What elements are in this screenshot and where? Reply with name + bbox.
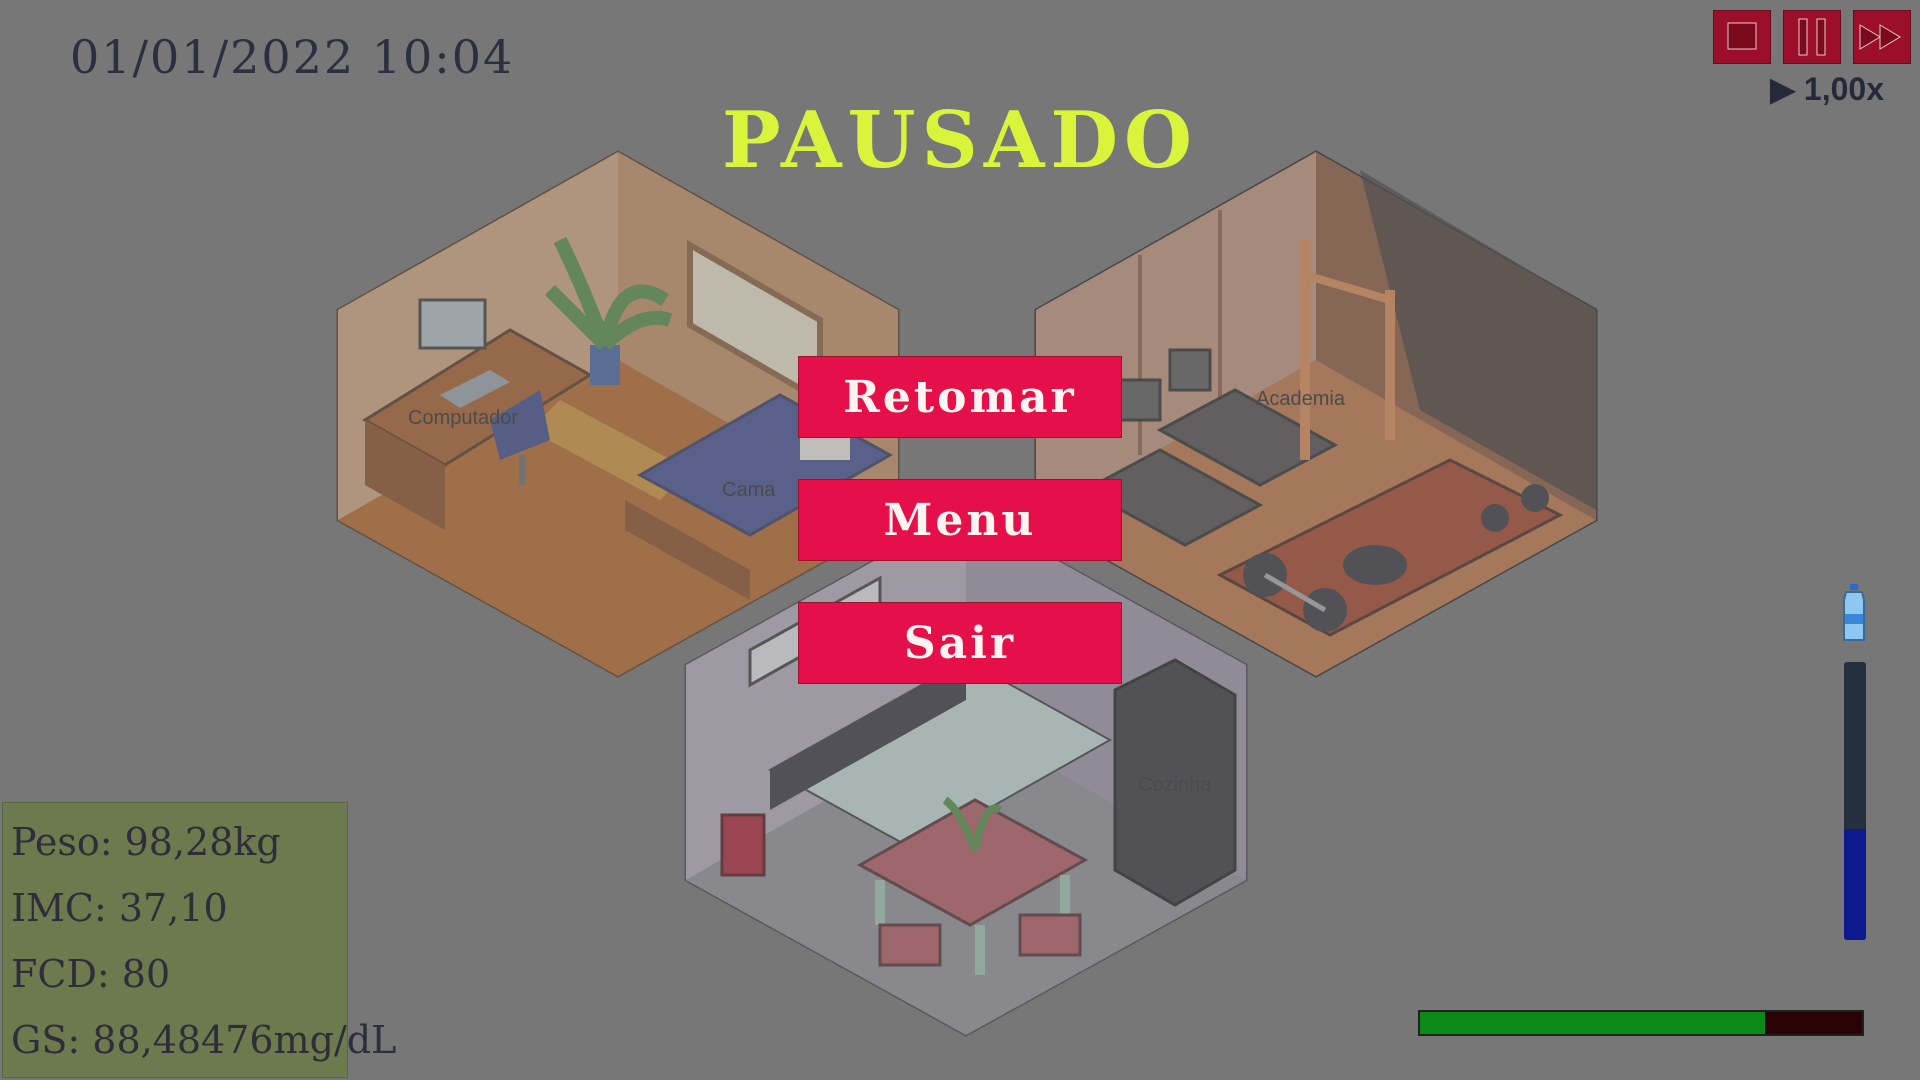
exit-button[interactable]: Sair [798, 602, 1122, 684]
speed-indicator: ▶ 1,00x [1770, 71, 1884, 107]
energy-bar-fill [1420, 1012, 1765, 1034]
water-bottle-icon [1843, 584, 1865, 641]
bmi-stat: IMC: 37,10 [11, 886, 228, 930]
stop-icon [1727, 22, 1757, 50]
room-label-cozinha[interactable]: Cozinha [1138, 774, 1211, 797]
fcd-stat: FCD: 80 [11, 952, 171, 996]
gs-stat: GS: 88,48476mg/dL [11, 1018, 397, 1062]
fast-forward-icon [1859, 24, 1901, 50]
resume-button[interactable]: Retomar [798, 356, 1122, 438]
room-label-computador[interactable]: Computador [408, 407, 518, 430]
weight-stat: Peso: 98,28kg [11, 820, 281, 864]
pause-icon [1798, 18, 1826, 56]
game-clock: 01/01/2022 10:04 [70, 30, 515, 84]
pause-button[interactable] [1783, 10, 1841, 64]
energy-bar [1418, 1010, 1864, 1036]
stats-panel: Peso: 98,28kg IMC: 37,10 FCD: 80 GS: 88,… [2, 802, 397, 1078]
water-bottle-slot[interactable] [1818, 578, 1892, 648]
stop-button[interactable] [1713, 10, 1771, 64]
water-meter [1844, 662, 1866, 940]
menu-button[interactable]: Menu [798, 479, 1122, 561]
water-meter-fill [1844, 828, 1866, 940]
room-label-academia[interactable]: Academia [1256, 388, 1345, 411]
room-label-cama[interactable]: Cama [722, 479, 775, 502]
pause-title: PAUSADO [722, 95, 1198, 186]
fast-forward-button[interactable] [1853, 10, 1911, 64]
